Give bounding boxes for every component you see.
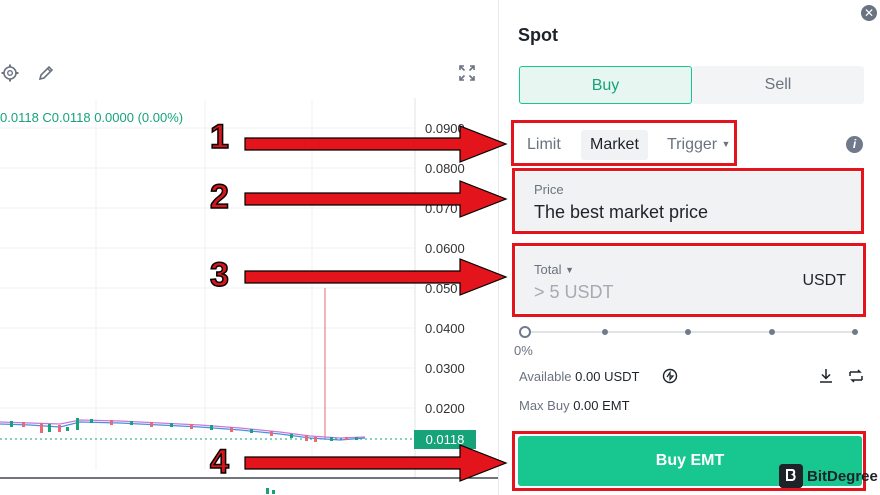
price-axis-label: 0.0600: [425, 241, 465, 256]
slider-percent: 0%: [514, 343, 533, 358]
order-panel: ✕ Spot Buy Sell Limit Market Trigger ▼ i…: [498, 0, 880, 495]
price-axis-label: 0.0900: [425, 121, 465, 136]
tab-limit[interactable]: Limit: [527, 130, 561, 160]
slider-mark-50[interactable]: [685, 329, 691, 335]
price-axis-label: 0.0300: [425, 361, 465, 376]
price-label: Price: [534, 182, 564, 197]
price-axis-label: 0.050: [425, 281, 458, 296]
step-number-2: 2: [209, 177, 229, 217]
tab-trigger-label: Trigger: [667, 136, 718, 153]
total-field[interactable]: Total ▼ > 5 USDT USDT: [516, 247, 862, 313]
price-axis-label: 0.0800: [425, 161, 465, 176]
max-buy-value: 0.00 EMT: [573, 398, 630, 413]
last-price-tag: 0.0118: [414, 430, 476, 449]
total-label[interactable]: Total ▼: [534, 262, 574, 277]
convert-icon[interactable]: [662, 368, 678, 389]
caret-down-icon: ▼: [565, 265, 575, 275]
price-value: The best market price: [534, 202, 709, 222]
sell-tab[interactable]: Sell: [692, 66, 864, 104]
step-number-1: 1: [209, 117, 229, 157]
slider-mark-100[interactable]: [852, 329, 858, 335]
ohlc-readout: 0.0118 C0.0118 0.0000 (0.00%): [0, 110, 184, 125]
candles: [10, 418, 358, 442]
price-axis-label: 0.070: [425, 201, 458, 216]
chart-canvas[interactable]: [0, 0, 498, 495]
total-label-text: Total: [534, 262, 562, 277]
caret-down-icon: ▼: [721, 139, 731, 149]
deposit-icon[interactable]: [817, 367, 835, 390]
available-value: 0.00 USDT: [575, 369, 640, 384]
price-chart[interactable]: 0.0118 C0.0118 0.0000 (0.00%) 0.0900 0.0…: [0, 0, 498, 495]
tab-trigger[interactable]: Trigger ▼: [667, 130, 730, 160]
step-number-4: 4: [209, 442, 229, 482]
slider-mark-75[interactable]: [769, 329, 775, 335]
buy-tab[interactable]: Buy: [519, 66, 692, 104]
tab-market[interactable]: Market: [581, 130, 648, 160]
total-input[interactable]: > 5 USDT: [534, 282, 614, 303]
close-icon[interactable]: ✕: [861, 5, 877, 21]
info-icon[interactable]: i: [846, 136, 863, 153]
panel-title: Spot: [518, 25, 558, 45]
watermark-text: BitDegree: [807, 467, 878, 485]
price-axis-label: 0.0200: [425, 401, 465, 416]
max-buy-row: Max Buy 0.00 EMT: [519, 398, 630, 413]
transfer-icon[interactable]: [847, 367, 865, 390]
step-number-3: 3: [209, 255, 229, 295]
slider-handle[interactable]: [519, 326, 531, 338]
slider-mark-25[interactable]: [602, 329, 608, 335]
bitdegree-watermark: BitDegree: [779, 462, 878, 490]
available-label: Available: [519, 369, 572, 384]
price-axis-label: 0.0400: [425, 321, 465, 336]
bitdegree-logo-icon: [779, 464, 803, 488]
max-buy-label: Max Buy: [519, 398, 570, 413]
price-field[interactable]: Price The best market price: [516, 172, 862, 230]
total-unit: USDT: [802, 272, 846, 289]
available-row: Available 0.00 USDT: [519, 369, 639, 384]
